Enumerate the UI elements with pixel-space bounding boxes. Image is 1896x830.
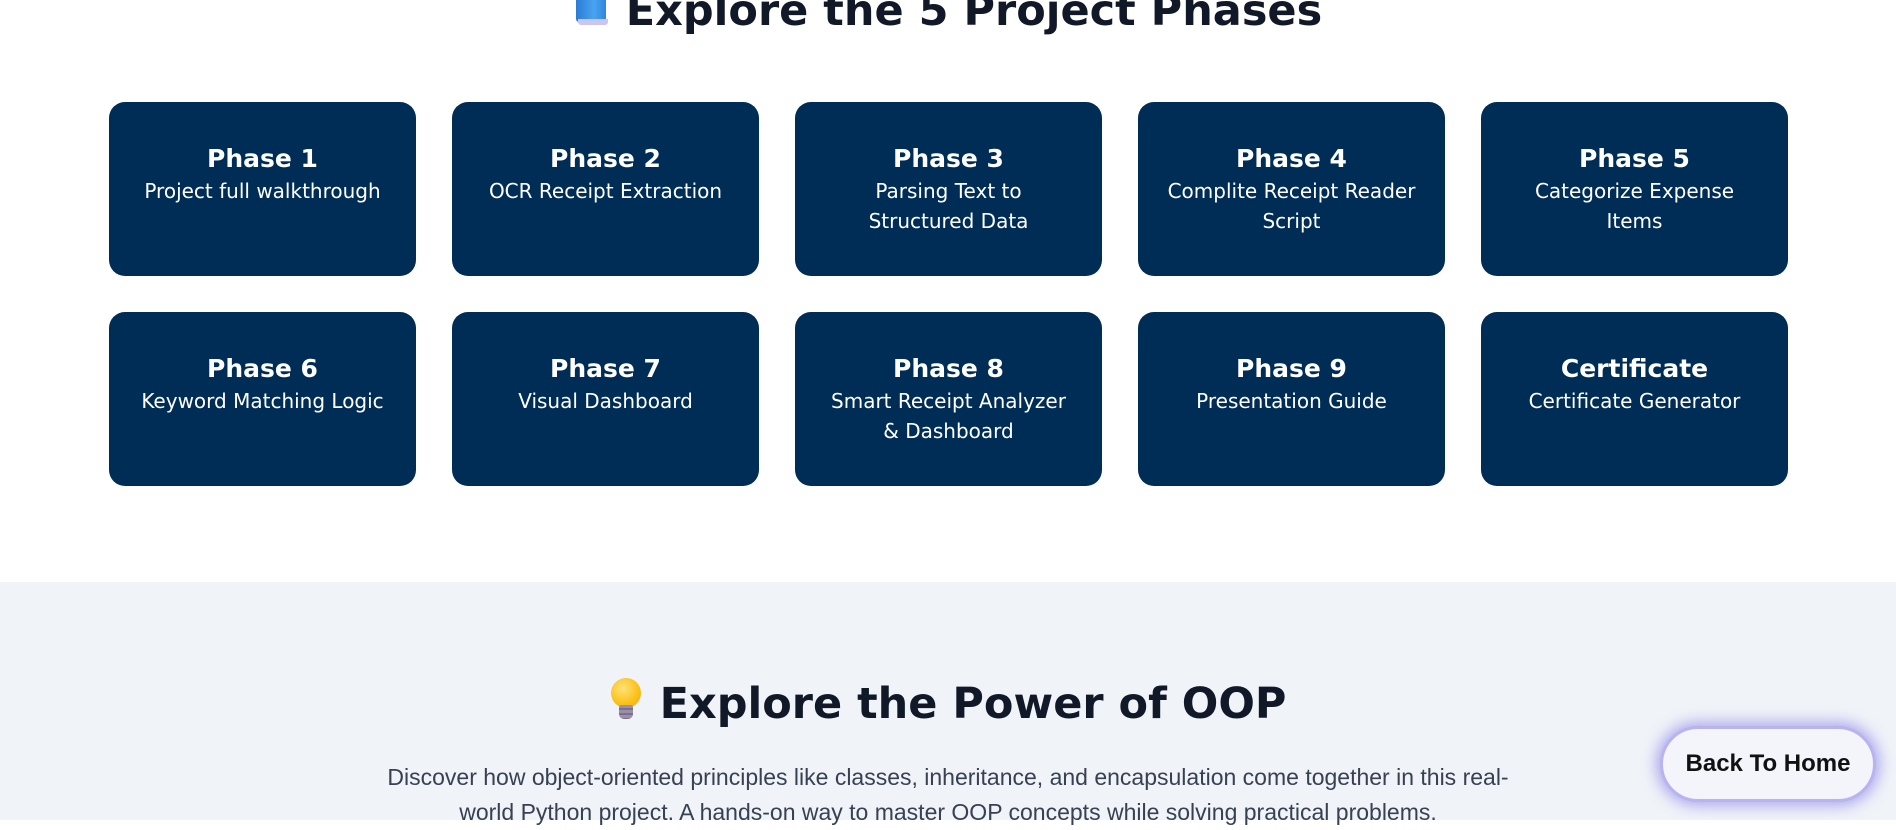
phase-card-title: Phase 4 [1236, 144, 1347, 173]
phase-card-title: Phase 5 [1579, 144, 1690, 173]
phase-card-title: Certificate [1560, 354, 1709, 383]
certificate-card[interactable]: Certificate Certificate Generator [1481, 312, 1788, 486]
phase-card-description: Categorize Expense Items [1534, 179, 1735, 233]
book-icon [574, 0, 608, 27]
phase-card-title: Phase 7 [550, 354, 661, 383]
phase-card-9[interactable]: Phase 9 Presentation Guide [1138, 312, 1445, 486]
phase-card-7[interactable]: Phase 7 Visual Dashboard [452, 312, 759, 486]
phases-section-title: Explore the 5 Project Phases [0, 0, 1896, 36]
phase-card-5[interactable]: Phase 5 Categorize Expense Items [1481, 102, 1788, 276]
lightbulb-icon [610, 678, 642, 722]
phase-card-description: Certificate Generator [1528, 389, 1741, 413]
phases-section: Explore the 5 Project Phases Phase 1 Pro… [0, 0, 1896, 582]
back-to-home-button[interactable]: Back To Home [1660, 726, 1876, 802]
phase-card-1[interactable]: Phase 1 Project full walkthrough [109, 102, 416, 276]
phase-card-title: Phase 2 [550, 144, 661, 173]
phase-card-4[interactable]: Phase 4 Complite Receipt Reader Script [1138, 102, 1445, 276]
phase-card-description: OCR Receipt Extraction [488, 179, 723, 203]
phase-card-title: Phase 3 [893, 144, 1004, 173]
phase-card-description: Project full walkthrough [144, 179, 381, 203]
phase-card-8[interactable]: Phase 8 Smart Receipt Analyzer & Dashboa… [795, 312, 1102, 486]
phase-card-description: Visual Dashboard [518, 389, 693, 413]
oop-title-text: Explore the Power of OOP [659, 679, 1287, 729]
oop-section: Explore the Power of OOP Discover how ob… [0, 582, 1896, 825]
phase-card-3[interactable]: Phase 3 Parsing Text to Structured Data [795, 102, 1102, 276]
phases-title-text: Explore the 5 Project Phases [625, 0, 1323, 36]
phase-card-2[interactable]: Phase 2 OCR Receipt Extraction [452, 102, 759, 276]
phase-card-description: Parsing Text to Structured Data [868, 179, 1029, 233]
phase-card-description: Keyword Matching Logic [141, 389, 384, 413]
oop-section-title: Explore the Power of OOP [0, 678, 1896, 729]
phase-card-description: Smart Receipt Analyzer & Dashboard [831, 389, 1066, 443]
phase-card-title: Phase 9 [1236, 354, 1347, 383]
phase-card-title: Phase 6 [207, 354, 318, 383]
phase-card-6[interactable]: Phase 6 Keyword Matching Logic [109, 312, 416, 486]
phase-card-title: Phase 8 [893, 354, 1004, 383]
phase-card-description: Complite Receipt Reader Script [1167, 179, 1416, 233]
phase-card-description: Presentation Guide [1196, 389, 1387, 413]
phase-card-title: Phase 1 [207, 144, 318, 173]
